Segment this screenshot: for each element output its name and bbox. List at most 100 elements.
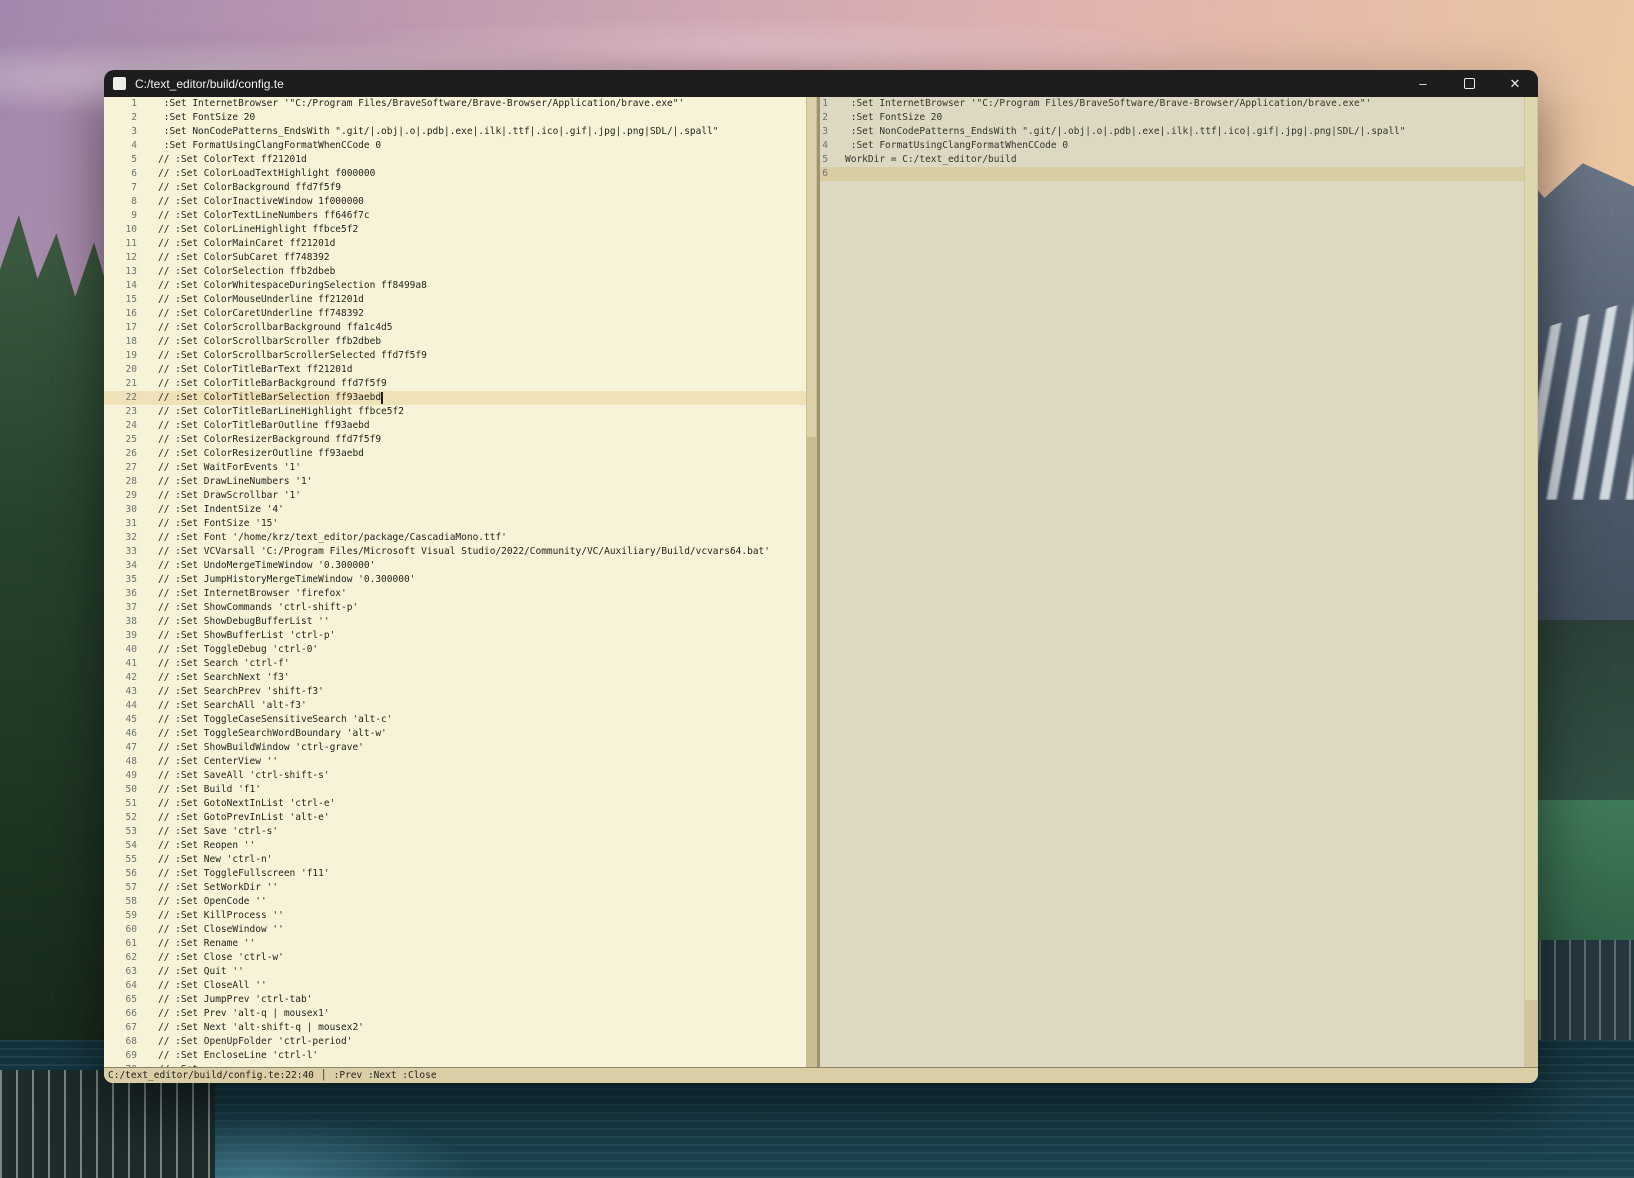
code-line[interactable]: 4 :Set FormatUsingClangFormatWhenCCode 0 <box>820 139 1524 153</box>
code-line[interactable]: 6// :Set ColorLoadTextHighlight f000000 <box>104 167 806 181</box>
code-line[interactable]: 10// :Set ColorLineHighlight ffbce5f2 <box>104 223 806 237</box>
code-line[interactable]: 4 :Set FormatUsingClangFormatWhenCCode 0 <box>104 139 806 153</box>
code-line[interactable]: 16// :Set ColorCaretUnderline ff748392 <box>104 307 806 321</box>
line-text: // :Set ColorWhitespaceDuringSelection f… <box>158 279 427 293</box>
code-line[interactable]: 3 :Set NonCodePatterns_EndsWith ".git/|.… <box>104 125 806 139</box>
code-line[interactable]: 9// :Set ColorTextLineNumbers ff646f7c <box>104 209 806 223</box>
code-line[interactable]: 24// :Set ColorTitleBarOutline ff93aebd <box>104 419 806 433</box>
code-line[interactable]: 37// :Set ShowCommands 'ctrl-shift-p' <box>104 601 806 615</box>
code-line[interactable]: 58// :Set OpenCode '' <box>104 895 806 909</box>
code-line[interactable]: 2 :Set FontSize 20 <box>104 111 806 125</box>
code-line[interactable]: 25// :Set ColorResizerBackground ffd7f5f… <box>104 433 806 447</box>
line-text: // :Set SaveAll 'ctrl-shift-s' <box>158 769 330 783</box>
code-line[interactable]: 26// :Set ColorResizerOutline ff93aebd <box>104 447 806 461</box>
code-line[interactable]: 35// :Set JumpHistoryMergeTimeWindow '0.… <box>104 573 806 587</box>
code-line[interactable]: 47// :Set ShowBuildWindow 'ctrl-grave' <box>104 741 806 755</box>
code-line[interactable]: 21// :Set ColorTitleBarBackground ffd7f5… <box>104 377 806 391</box>
line-text: // :Set WaitForEvents '1' <box>158 461 301 475</box>
code-line[interactable]: 65// :Set JumpPrev 'ctrl-tab' <box>104 993 806 1007</box>
code-line[interactable]: 43// :Set SearchPrev 'shift-f3' <box>104 685 806 699</box>
code-line[interactable]: 60// :Set CloseWindow '' <box>104 923 806 937</box>
status-file-location: C:/text_editor/build/config.te:22:40 <box>108 1070 314 1081</box>
minimize-button[interactable]: – <box>1400 70 1446 97</box>
code-line[interactable]: 39// :Set ShowBufferList 'ctrl-p' <box>104 629 806 643</box>
close-button[interactable]: ✕ <box>1492 70 1538 97</box>
code-line[interactable]: 27// :Set WaitForEvents '1' <box>104 461 806 475</box>
line-number: 47 <box>104 741 137 755</box>
code-line[interactable]: 29// :Set DrawScrollbar '1' <box>104 489 806 503</box>
code-line[interactable]: 2 :Set FontSize 20 <box>820 111 1524 125</box>
text-caret <box>381 392 383 404</box>
right-scrollbar-thumb[interactable] <box>1525 97 1537 1000</box>
maximize-button[interactable] <box>1446 70 1492 97</box>
code-line[interactable]: 7// :Set ColorBackground ffd7f5f9 <box>104 181 806 195</box>
code-line[interactable]: 62// :Set Close 'ctrl-w' <box>104 951 806 965</box>
code-line[interactable]: 49// :Set SaveAll 'ctrl-shift-s' <box>104 769 806 783</box>
code-line[interactable]: 55// :Set New 'ctrl-n' <box>104 853 806 867</box>
code-line[interactable]: 38// :Set ShowDebugBufferList '' <box>104 615 806 629</box>
code-line[interactable]: 48// :Set CenterView '' <box>104 755 806 769</box>
code-line[interactable]: 57// :Set SetWorkDir '' <box>104 881 806 895</box>
code-line[interactable]: 66// :Set Prev 'alt-q | mousex1' <box>104 1007 806 1021</box>
code-line[interactable]: 40// :Set ToggleDebug 'ctrl-0' <box>104 643 806 657</box>
code-line[interactable]: 18// :Set ColorScrollbarScroller ffb2dbe… <box>104 335 806 349</box>
line-number: 3 <box>104 125 137 139</box>
code-line[interactable]: 61// :Set Rename '' <box>104 937 806 951</box>
code-line[interactable]: 63// :Set Quit '' <box>104 965 806 979</box>
code-line[interactable]: 13// :Set ColorSelection ffb2dbeb <box>104 265 806 279</box>
code-line[interactable]: 33// :Set VCVarsall 'C:/Program Files/Mi… <box>104 545 806 559</box>
code-line[interactable]: 52// :Set GotoPrevInList 'alt-e' <box>104 811 806 825</box>
line-number: 15 <box>104 293 137 307</box>
code-line[interactable]: 59// :Set KillProcess '' <box>104 909 806 923</box>
window-titlebar[interactable]: C:/text_editor/build/config.te – ✕ <box>104 70 1538 97</box>
code-line[interactable]: 28// :Set DrawLineNumbers '1' <box>104 475 806 489</box>
code-line[interactable]: 45// :Set ToggleCaseSensitiveSearch 'alt… <box>104 713 806 727</box>
code-line[interactable]: 15// :Set ColorMouseUnderline ff21201d <box>104 293 806 307</box>
code-line[interactable]: 46// :Set ToggleSearchWordBoundary 'alt-… <box>104 727 806 741</box>
code-line[interactable]: 56// :Set ToggleFullscreen 'f11' <box>104 867 806 881</box>
line-number: 69 <box>104 1049 137 1063</box>
code-line[interactable]: 14// :Set ColorWhitespaceDuringSelection… <box>104 279 806 293</box>
code-line[interactable]: 64// :Set CloseAll '' <box>104 979 806 993</box>
code-line[interactable]: 5// :Set ColorText ff21201d <box>104 153 806 167</box>
code-line[interactable]: 1 :Set InternetBrowser '"C:/Program File… <box>104 97 806 111</box>
code-line[interactable]: 6 <box>820 167 1524 181</box>
code-line[interactable]: 31// :Set FontSize '15' <box>104 517 806 531</box>
code-line[interactable]: 41// :Set Search 'ctrl-f' <box>104 657 806 671</box>
code-line[interactable]: 23// :Set ColorTitleBarLineHighlight ffb… <box>104 405 806 419</box>
code-line[interactable]: 5WorkDir = C:/text_editor/build <box>820 153 1524 167</box>
right-pane-scrollbar[interactable] <box>1524 97 1538 1068</box>
code-line[interactable]: 68// :Set OpenUpFolder 'ctrl-period' <box>104 1035 806 1049</box>
status-actions[interactable]: :Prev :Next :Close <box>334 1070 437 1081</box>
code-line[interactable]: 69// :Set EncloseLine 'ctrl-l' <box>104 1049 806 1063</box>
code-line[interactable]: 8// :Set ColorInactiveWindow 1f000000 <box>104 195 806 209</box>
code-line[interactable]: 11// :Set ColorMainCaret ff21201d <box>104 237 806 251</box>
line-text: :Set InternetBrowser '"C:/Program Files/… <box>158 97 684 111</box>
code-line[interactable]: 53// :Set Save 'ctrl-s' <box>104 825 806 839</box>
code-line[interactable]: 42// :Set SearchNext 'f3' <box>104 671 806 685</box>
line-text: // :Set ColorSelection ffb2dbeb <box>158 265 335 279</box>
line-number: 37 <box>104 601 137 615</box>
editor-pane-right[interactable]: 1 :Set InternetBrowser '"C:/Program File… <box>820 97 1524 1068</box>
line-number: 16 <box>104 307 137 321</box>
left-scrollbar-thumb[interactable] <box>807 97 816 437</box>
code-line[interactable]: 44// :Set SearchAll 'alt-f3' <box>104 699 806 713</box>
editor-pane-left[interactable]: 1 :Set InternetBrowser '"C:/Program File… <box>104 97 806 1068</box>
code-line[interactable]: 19// :Set ColorScrollbarScrollerSelected… <box>104 349 806 363</box>
code-line[interactable]: 30// :Set IndentSize '4' <box>104 503 806 517</box>
code-line[interactable]: 32// :Set Font '/home/krz/text_editor/pa… <box>104 531 806 545</box>
code-line[interactable]: 12// :Set ColorSubCaret ff748392 <box>104 251 806 265</box>
code-line[interactable]: 1 :Set InternetBrowser '"C:/Program File… <box>820 97 1524 111</box>
code-line[interactable]: 51// :Set GotoNextInList 'ctrl-e' <box>104 797 806 811</box>
code-line[interactable]: 54// :Set Reopen '' <box>104 839 806 853</box>
code-line[interactable]: 22// :Set ColorTitleBarSelection ff93aeb… <box>104 391 806 405</box>
code-line[interactable]: 20// :Set ColorTitleBarText ff21201d <box>104 363 806 377</box>
line-number: 30 <box>104 503 137 517</box>
code-line[interactable]: 17// :Set ColorScrollbarBackground ffa1c… <box>104 321 806 335</box>
left-pane-scrollbar[interactable] <box>806 97 817 1068</box>
code-line[interactable]: 36// :Set InternetBrowser 'firefox' <box>104 587 806 601</box>
code-line[interactable]: 50// :Set Build 'f1' <box>104 783 806 797</box>
code-line[interactable]: 3 :Set NonCodePatterns_EndsWith ".git/|.… <box>820 125 1524 139</box>
code-line[interactable]: 67// :Set Next 'alt-shift-q | mousex2' <box>104 1021 806 1035</box>
code-line[interactable]: 34// :Set UndoMergeTimeWindow '0.300000' <box>104 559 806 573</box>
